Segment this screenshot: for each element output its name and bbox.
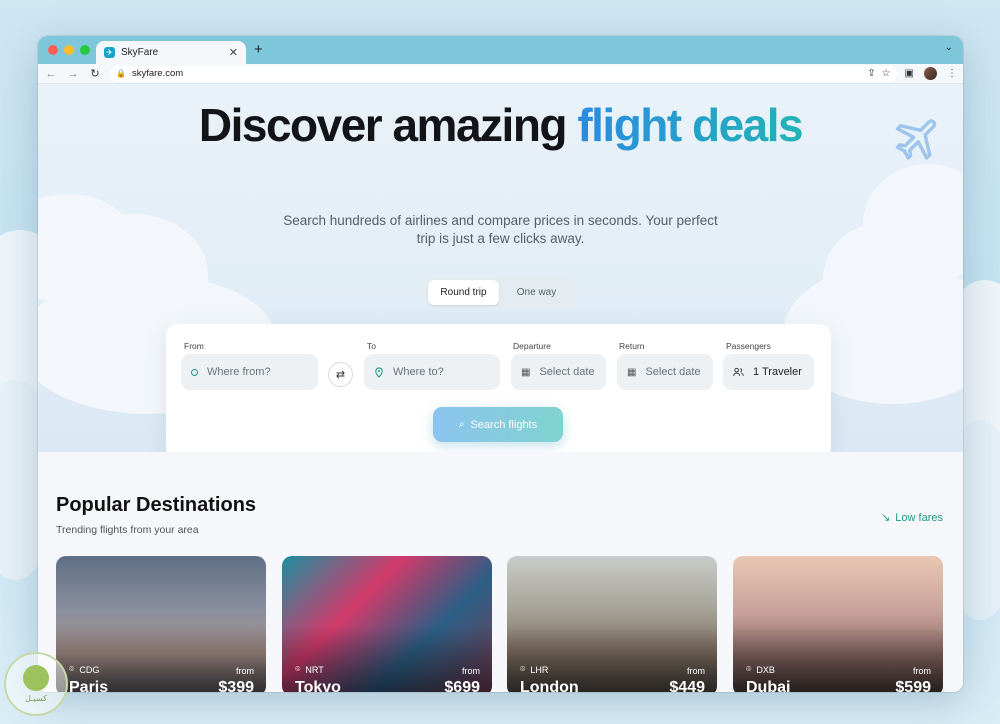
hero-section: Discover amazing flight deals Search hun… [38,84,963,452]
headline-highlight: flight deals [577,99,803,151]
section-subtitle: Trending flights from your area [56,524,199,536]
one-way-option[interactable]: One way [501,280,572,305]
city-name: Tokyo [295,679,341,692]
swap-locations-button[interactable]: ⇄ [328,362,353,387]
map-pin-icon: ⌾ [520,664,526,674]
return-date-field[interactable]: ▦ Select date [617,354,713,390]
from-label: from [462,666,480,676]
close-window-button[interactable] [48,45,58,55]
trip-type-toggle: Round trip One way [425,277,575,308]
city-name: Paris [69,679,109,692]
price: $449 [669,679,705,692]
map-pin-icon: ⌾ [295,664,301,674]
return-date-value[interactable]: Select date [645,366,700,378]
airport-code: ⌾ NRT [295,664,324,675]
watermark-text: كسيـل [25,694,47,703]
to-placeholder[interactable]: Where to? [393,366,444,378]
airport-code: ⌾ DXB [746,664,775,675]
map-pin-icon [375,366,383,378]
passengers-value[interactable]: 1 Traveler [753,366,802,378]
trending-down-icon: ↘ [881,512,891,524]
return-label: Return [619,341,645,351]
from-label: from [913,666,931,676]
airport-code-text: CDG [79,664,100,675]
calendar-icon: ▦ [627,366,637,378]
departure-date-field[interactable]: ▦ Select date [511,354,606,390]
flight-search-card: From Where from? ⇄ To Where to? Departur… [166,324,831,452]
page-headline: Discover amazing flight deals [38,98,963,152]
destination-card-london[interactable]: ⌾ LHR from London $449 [507,556,717,692]
swap-arrows-icon: ⇄ [335,369,346,381]
to-label: To [367,341,376,351]
city-name: Dubai [746,679,791,692]
minimize-window-button[interactable] [64,45,74,55]
sidebar-toggle-icon[interactable]: ▣ [905,68,914,79]
lock-icon[interactable]: 🔒 [116,69,126,78]
price: $399 [218,679,254,692]
profile-avatar[interactable] [924,67,937,80]
round-trip-option[interactable]: Round trip [428,280,499,305]
address-bar[interactable]: 🔒 skyfare.com ⇪ ☆ [110,65,897,82]
tab-search-chevron-icon[interactable]: ⌄ [945,42,953,53]
page-viewport: Discover amazing flight deals Search hun… [38,84,963,692]
airport-code-text: LHR [530,664,549,675]
low-fares-link[interactable]: ↘ Low fares [881,511,943,525]
browser-menu-icon[interactable]: ⋮ [947,68,957,79]
watermark-logo: كسيـل [4,652,68,716]
departure-label: Departure [513,341,551,351]
airport-code: ⌾ CDG [69,664,99,675]
passengers-label: Passengers [726,341,771,351]
from-label: from [687,666,705,676]
price: $699 [444,679,480,692]
destination-card-tokyo[interactable]: ⌾ NRT from Tokyo $699 [282,556,492,692]
from-placeholder[interactable]: Where from? [207,366,271,378]
url-text[interactable]: skyfare.com [132,68,861,79]
low-fares-label[interactable]: Low fares [895,512,943,524]
browser-tab[interactable]: ✈ SkyFare ✕ [96,41,246,64]
users-icon [733,367,744,376]
back-arrow-icon[interactable]: ← [44,68,58,80]
close-tab-icon[interactable]: ✕ [229,46,238,59]
browser-toolbar: ← → ↻ 🔒 skyfare.com ⇪ ☆ ▣ ⋮ [38,64,963,84]
search-icon: ⌕ [458,419,465,430]
share-icon[interactable]: ⇪ [867,68,875,79]
tab-bar: ✈ SkyFare ✕ + ⌄ [38,36,963,64]
to-field[interactable]: Where to? [364,354,500,390]
search-flights-label[interactable]: Search flights [470,419,537,431]
search-flights-button[interactable]: ⌕ Search flights [433,407,563,442]
price: $599 [895,679,931,692]
destination-card-paris[interactable]: ⌾ CDG from Paris $399 [56,556,266,692]
browser-window: ✈ SkyFare ✕ + ⌄ ← → ↻ 🔒 skyfare.com ⇪ ☆ … [38,36,963,692]
page-subheadline: Search hundreds of airlines and compare … [283,213,718,246]
maximize-window-button[interactable] [80,45,90,55]
airport-code-text: NRT [305,664,324,675]
section-title: Popular Destinations [56,494,257,516]
headline-text: Discover amazing [198,99,568,151]
airport-code-text: DXB [756,664,775,675]
forward-arrow-icon[interactable]: → [66,68,80,80]
origin-dot-icon [191,368,198,376]
reload-icon[interactable]: ↻ [88,67,102,80]
new-tab-button[interactable]: + [254,41,263,58]
tab-title: SkyFare [121,47,159,58]
bookmark-star-icon[interactable]: ☆ [882,68,891,79]
popular-destinations-section: Popular Destinations Trending flights fr… [38,452,963,692]
map-pin-icon: ⌾ [69,664,75,674]
destination-card-dubai[interactable]: ⌾ DXB from Dubai $599 [733,556,943,692]
window-controls [48,45,90,55]
map-pin-icon: ⌾ [746,664,752,674]
city-name: London [520,679,579,692]
skyfare-favicon-icon: ✈ [104,47,115,58]
from-field[interactable]: Where from? [181,354,318,390]
calendar-icon: ▦ [521,366,531,378]
from-label: from [236,666,254,676]
departure-date-value[interactable]: Select date [539,366,594,378]
passengers-field[interactable]: 1 Traveler [723,354,814,390]
watermark-emblem [23,665,49,691]
airport-code: ⌾ LHR [520,664,548,675]
from-label: From [184,341,204,351]
